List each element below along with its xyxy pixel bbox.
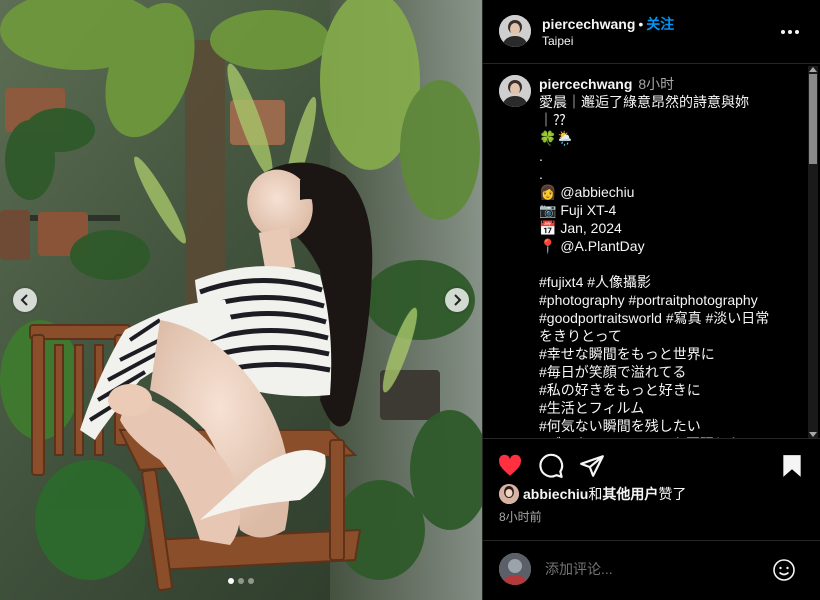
liker-avatar[interactable]: [499, 484, 519, 504]
scroll-down-arrow-icon[interactable]: [809, 432, 817, 437]
author-avatar[interactable]: [499, 15, 531, 47]
carousel-next-button[interactable]: [445, 288, 469, 312]
comment-button[interactable]: [538, 453, 564, 479]
add-comment-input[interactable]: [543, 560, 767, 578]
more-options-icon-dot: [795, 30, 799, 34]
share-button[interactable]: [579, 453, 605, 479]
author-line: piercechwang • 关注: [542, 14, 674, 34]
post-dialog: piercechwang • 关注 Taipei piercechwang 8小时 愛…: [0, 0, 820, 600]
carousel-indicator: [0, 578, 482, 584]
separator-dot: •: [638, 16, 644, 32]
likes-suffix: 赞了: [658, 486, 687, 502]
chevron-left-icon: [20, 294, 28, 306]
add-comment-bar: [483, 540, 820, 600]
comments-section[interactable]: piercechwang 8小时 愛晨｜邂逅了綠意昂然的詩意與妳｜⁇ 🍀🌦️ . …: [483, 64, 820, 438]
caption-username[interactable]: piercechwang: [539, 76, 632, 92]
carousel-dot: [238, 578, 244, 584]
likes-others-link[interactable]: 其他用户: [602, 484, 658, 504]
heart-filled-icon: [499, 454, 522, 476]
post-header: piercechwang • 关注 Taipei: [483, 0, 820, 64]
post-location[interactable]: Taipei: [542, 34, 573, 48]
carousel-dot: [228, 578, 234, 584]
liker-username[interactable]: abbiechiu: [523, 486, 588, 502]
chevron-right-icon: [454, 294, 462, 306]
scroll-up-arrow-icon[interactable]: [809, 67, 817, 72]
like-button[interactable]: [497, 453, 523, 479]
more-options-icon-dot: [788, 30, 792, 34]
smiley-icon: [773, 559, 795, 581]
comments-scrollbar[interactable]: [808, 66, 818, 438]
emoji-picker-button[interactable]: [772, 558, 796, 582]
scrollbar-thumb[interactable]: [809, 74, 817, 164]
bookmark-filled-icon: [783, 455, 801, 477]
caption-header: piercechwang 8小时: [539, 74, 674, 94]
carousel-prev-button[interactable]: [13, 288, 37, 312]
post-photo[interactable]: [0, 0, 482, 600]
viewer-avatar: [499, 553, 531, 585]
save-button[interactable]: [779, 453, 805, 479]
caption-author-avatar[interactable]: [499, 75, 531, 107]
post-side-panel: piercechwang • 关注 Taipei piercechwang 8小时 愛…: [482, 0, 820, 600]
author-username[interactable]: piercechwang: [542, 16, 635, 32]
more-options-icon: [781, 30, 785, 34]
likes-summary: abbiechiu 和其他用户 赞了: [499, 484, 686, 504]
caption-timestamp[interactable]: 8小时: [638, 76, 674, 92]
follow-button[interactable]: 关注: [646, 16, 674, 32]
more-options-button[interactable]: [780, 22, 800, 42]
caption-text: 愛晨｜邂逅了綠意昂然的詩意與妳｜⁇ 🍀🌦️ . . 👩 @abbiechiu 📷…: [539, 94, 770, 438]
likes-connector: 和: [588, 486, 603, 502]
photo-image: [0, 0, 482, 600]
carousel-dot: [248, 578, 254, 584]
share-icon: [580, 455, 604, 477]
comment-icon: [539, 453, 564, 478]
post-timestamp[interactable]: 8小时前: [499, 508, 542, 525]
